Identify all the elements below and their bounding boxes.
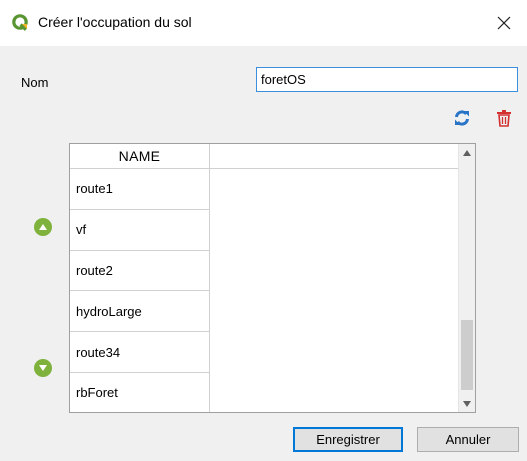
layer-table: NAME route1 vf route2 hydroLarge route34… <box>69 143 476 413</box>
table-body: route1 vf route2 hydroLarge route34 rbFo… <box>70 169 460 412</box>
column-header-name[interactable]: NAME <box>70 144 210 169</box>
scroll-up-button[interactable] <box>459 144 475 161</box>
delete-button[interactable] <box>494 108 514 128</box>
arrow-up-icon <box>39 224 47 230</box>
move-down-button[interactable] <box>34 359 52 377</box>
trash-icon <box>497 110 511 127</box>
table-row[interactable]: rbForet <box>70 372 210 412</box>
table-row[interactable]: hydroLarge <box>70 291 210 333</box>
table-row[interactable]: route2 <box>70 250 210 292</box>
scrollbar-thumb[interactable] <box>461 320 473 390</box>
close-icon <box>497 16 511 30</box>
table-row[interactable]: route34 <box>70 332 210 373</box>
table-row[interactable]: route1 <box>70 169 210 210</box>
cancel-button[interactable]: Annuler <box>417 427 519 452</box>
refresh-button[interactable] <box>452 108 472 128</box>
arrow-down-icon <box>39 365 47 371</box>
scroll-down-button[interactable] <box>459 395 475 412</box>
table-row[interactable]: vf <box>70 209 210 251</box>
close-button[interactable] <box>481 0 527 46</box>
scroll-down-icon <box>463 400 471 407</box>
qgis-logo-icon <box>11 13 31 33</box>
title-bar: Créer l'occupation du sol <box>0 0 527 46</box>
name-input[interactable] <box>256 67 518 92</box>
scroll-up-icon <box>463 149 471 156</box>
save-button[interactable]: Enregistrer <box>293 427 403 452</box>
dialog-window: Créer l'occupation du sol Nom foretOS NA… <box>0 0 527 461</box>
move-up-button[interactable] <box>34 218 52 236</box>
name-label: Nom <box>21 75 49 90</box>
column-header-empty <box>210 144 460 169</box>
refresh-icon <box>455 110 469 126</box>
vertical-scrollbar[interactable] <box>458 144 475 412</box>
window-title: Créer l'occupation du sol <box>38 14 192 30</box>
